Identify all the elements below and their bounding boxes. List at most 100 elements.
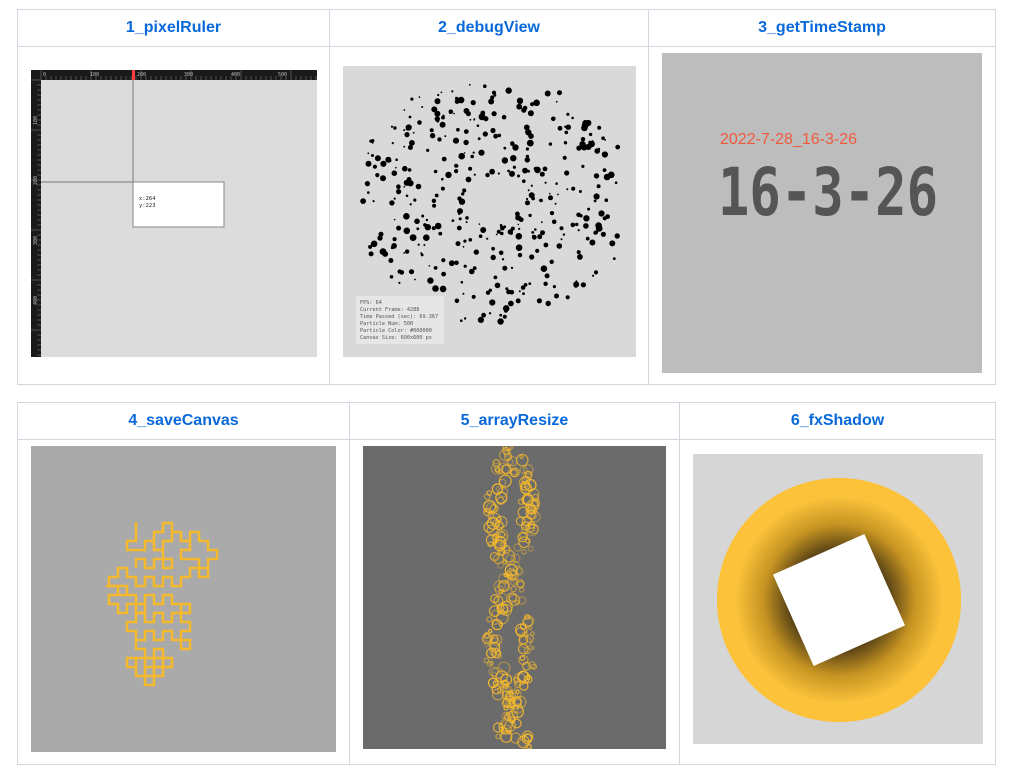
particle [554, 202, 557, 205]
link-pixel-ruler[interactable]: 1_pixelRuler [126, 19, 221, 36]
particle [501, 114, 507, 120]
particle [602, 216, 607, 221]
particle [498, 250, 504, 256]
particle [414, 218, 420, 225]
particle [393, 197, 396, 200]
particle [491, 246, 495, 251]
particle [501, 258, 505, 261]
particle [557, 125, 563, 131]
particle [416, 227, 420, 231]
particle [544, 273, 550, 279]
particle [598, 210, 605, 217]
particle [505, 87, 512, 94]
particle [489, 299, 496, 306]
particle [525, 147, 529, 151]
particle [533, 99, 540, 107]
particle [593, 173, 600, 179]
particle [540, 230, 545, 236]
particle [502, 265, 508, 271]
particle [392, 237, 397, 242]
link-save-canvas[interactable]: 4_saveCanvas [128, 412, 238, 429]
particle [488, 98, 495, 105]
particle [379, 248, 387, 256]
particle [410, 97, 414, 101]
save-canvas-image[interactable] [31, 446, 336, 752]
particle [485, 172, 490, 178]
particle [503, 225, 507, 229]
particle [431, 198, 437, 203]
particle [519, 218, 523, 221]
cell-pixel-ruler: 0 100 200 300 400 500 100 200 300 400 x:264 y:223 [17, 46, 330, 385]
particle [454, 298, 460, 304]
particle [577, 254, 583, 260]
ruler-tick-label: 300 [184, 72, 193, 78]
particle [380, 175, 386, 182]
particle [571, 116, 574, 120]
particle [437, 93, 440, 97]
particle [398, 281, 401, 284]
particle [581, 124, 588, 132]
particle [414, 278, 416, 281]
particle [455, 241, 461, 247]
particle [527, 169, 530, 173]
particle [360, 198, 366, 205]
particle [582, 119, 588, 126]
link-array-resize[interactable]: 5_arrayResize [461, 412, 569, 429]
link-get-time-stamp[interactable]: 3_getTimeStamp [758, 19, 886, 36]
particle [457, 196, 462, 201]
particle [517, 174, 520, 178]
time-stamp-digits: 16-3-26 [718, 154, 938, 231]
ruler-tick-label: 400 [231, 72, 240, 78]
particle [463, 317, 467, 320]
ruler-tick-label: 200 [137, 72, 146, 78]
particle [510, 141, 515, 146]
particle [515, 298, 521, 304]
particle [551, 219, 557, 225]
debug-particle-num: Particle Num: 500 [360, 321, 413, 327]
particle [451, 90, 454, 93]
debug-fps: FPS: 64 [360, 300, 382, 306]
particle [409, 140, 415, 146]
particle [421, 214, 425, 218]
link-debug-view[interactable]: 2_debugView [438, 19, 540, 36]
fx-shadow-image[interactable] [693, 454, 983, 744]
debug-view-image[interactable]: FPS: 64 Current Frame: 4288 Time Passed … [343, 66, 636, 357]
particle [583, 223, 589, 229]
particle [368, 251, 374, 257]
particle [595, 222, 602, 229]
particle [448, 260, 455, 267]
readout-y: y:223 [139, 203, 156, 209]
particle [536, 298, 542, 304]
particle [528, 192, 535, 199]
particle [396, 225, 402, 231]
particle [509, 170, 515, 177]
particle [503, 146, 507, 150]
particle [614, 181, 618, 184]
array-resize-image[interactable] [363, 446, 666, 749]
side-tick-label: 100 [33, 116, 39, 125]
particle [389, 200, 395, 206]
particle [555, 182, 558, 185]
particle [594, 148, 600, 154]
particle [510, 155, 517, 162]
particle [443, 258, 446, 261]
particle [393, 126, 397, 130]
particle [488, 312, 492, 315]
particle [396, 189, 402, 195]
particle [608, 171, 615, 179]
particle [476, 124, 480, 127]
time-stamp-image[interactable]: 2022-7-28_16-3-26 16-3-26 [662, 53, 982, 373]
particle [510, 266, 514, 270]
particle [478, 223, 481, 225]
particle [525, 130, 529, 134]
particle [540, 221, 543, 224]
particle [557, 90, 562, 96]
particle [491, 111, 497, 117]
particle [481, 312, 486, 318]
particle [521, 107, 527, 113]
particle [409, 203, 412, 206]
debug-particle-color: Particle Color: #000000 [360, 328, 432, 334]
particle [470, 154, 474, 159]
link-fx-shadow[interactable]: 6_fxShadow [791, 412, 884, 429]
pixel-ruler-image[interactable]: 0 100 200 300 400 500 100 200 300 400 x:264 y:223 [31, 70, 317, 357]
